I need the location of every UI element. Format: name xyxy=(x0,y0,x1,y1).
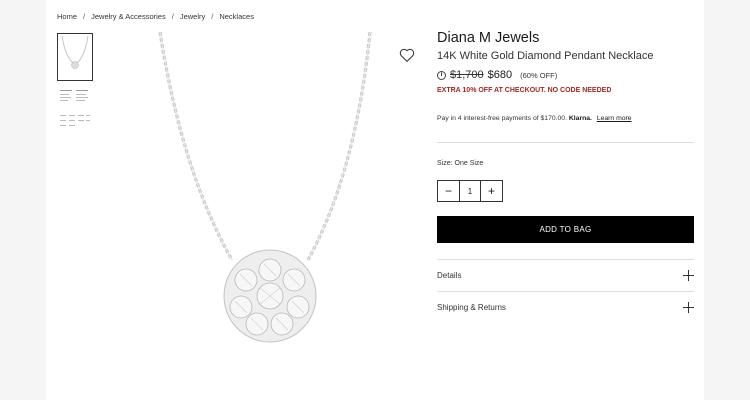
original-price: $1,700 xyxy=(450,69,484,81)
price-row: i $1,700 $680 (60% OFF) xyxy=(437,69,557,81)
breadcrumb-separator: / xyxy=(171,12,174,21)
thumbnail-list xyxy=(57,33,93,135)
product-main-image xyxy=(120,31,420,350)
size-label: Size: xyxy=(437,160,453,167)
promo-message: EXTRA 10% OFF AT CHECKOUT. NO CODE NEEDE… xyxy=(437,87,612,94)
details-label: Details xyxy=(437,270,462,280)
quantity-value[interactable]: 1 xyxy=(459,181,481,201)
plus-icon xyxy=(683,301,694,313)
quantity-increase-button[interactable]: + xyxy=(481,181,502,201)
breadcrumb-separator: / xyxy=(211,12,214,21)
breadcrumb: Home / Jewelry & Accessories / Jewelry /… xyxy=(57,12,254,21)
klarna-logo: Klarna. xyxy=(568,115,592,122)
klarna-message: Pay in 4 interest-free payments of $170.… xyxy=(437,115,632,122)
sale-price: $680 xyxy=(487,69,513,81)
wishlist-button[interactable] xyxy=(398,46,416,64)
size-value: One Size xyxy=(454,160,484,167)
breadcrumb-necklaces[interactable]: Necklaces xyxy=(219,12,254,21)
breadcrumb-jewelry[interactable]: Jewelry xyxy=(180,12,205,21)
breadcrumb-separator: / xyxy=(83,12,86,21)
details-accordion[interactable]: Details xyxy=(437,260,694,290)
product-name: 14K White Gold Diamond Pendant Necklace xyxy=(437,50,654,62)
shipping-returns-label: Shipping & Returns xyxy=(437,302,506,312)
heart-icon xyxy=(399,48,415,62)
quantity-stepper: − 1 + xyxy=(437,180,503,202)
thumbnail-size-chart-1[interactable] xyxy=(57,87,93,107)
quantity-decrease-button[interactable]: − xyxy=(438,181,459,201)
breadcrumb-jewelry-accessories[interactable]: Jewelry & Accessories xyxy=(91,12,166,21)
klarna-learn-more-link[interactable]: Learn more xyxy=(597,115,632,122)
add-to-bag-button[interactable]: ADD TO BAG xyxy=(437,216,694,243)
thumbnail-size-chart-2[interactable] xyxy=(57,111,93,131)
divider xyxy=(437,142,694,143)
brand-name[interactable]: Diana M Jewels xyxy=(437,30,539,46)
shipping-returns-accordion[interactable]: Shipping & Returns xyxy=(437,292,694,322)
discount-percent: (60% OFF) xyxy=(520,70,558,80)
thumbnail-necklace[interactable] xyxy=(57,33,93,81)
size-info: Size: One Size xyxy=(437,160,483,167)
plus-icon xyxy=(683,269,694,281)
klarna-text: Pay in 4 interest-free payments of $170.… xyxy=(437,115,567,122)
info-icon[interactable]: i xyxy=(437,70,446,80)
breadcrumb-home[interactable]: Home xyxy=(57,12,77,21)
